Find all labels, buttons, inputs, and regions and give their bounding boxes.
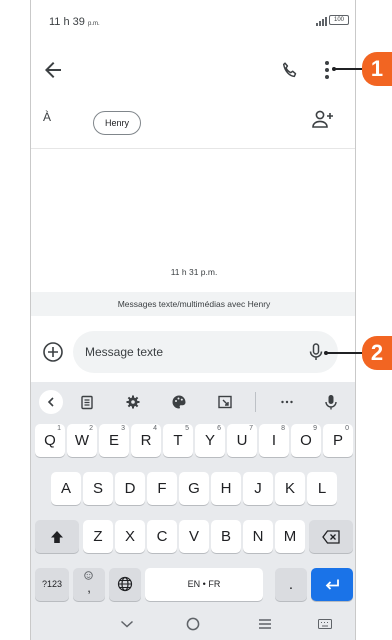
phone-icon[interactable] bbox=[279, 60, 301, 82]
key-number-hint: 5 bbox=[185, 425, 189, 432]
message-timestamp: 11 h 31 p.m. bbox=[170, 267, 218, 277]
key-m[interactable]: M bbox=[275, 520, 305, 553]
palette-icon[interactable] bbox=[169, 392, 189, 412]
conversation-info-banner: Messages texte/multimédias avec Henry bbox=[31, 292, 355, 316]
message-placeholder: Message texte bbox=[85, 345, 164, 359]
resize-icon[interactable] bbox=[215, 392, 235, 412]
battery-icon: 100 bbox=[329, 15, 349, 25]
key-a[interactable]: A bbox=[51, 472, 81, 505]
symbols-key[interactable]: ?123 bbox=[35, 568, 69, 601]
back-arrow-icon[interactable] bbox=[41, 58, 65, 82]
key-z[interactable]: Z bbox=[83, 520, 113, 553]
space-key[interactable]: EN • FR bbox=[145, 568, 263, 601]
key-u[interactable]: U7 bbox=[227, 424, 257, 457]
language-key[interactable] bbox=[109, 568, 141, 601]
status-time: 11 h 39 p.m. bbox=[49, 16, 100, 28]
more-horiz-icon[interactable] bbox=[277, 392, 297, 412]
key-w[interactable]: W2 bbox=[67, 424, 97, 457]
emoji-icon bbox=[84, 571, 93, 580]
emoji-comma-key[interactable]: , bbox=[73, 568, 105, 601]
key-e[interactable]: E3 bbox=[99, 424, 129, 457]
key-b[interactable]: B bbox=[211, 520, 241, 553]
clipboard-icon[interactable] bbox=[77, 392, 97, 412]
callout-2-badge: 2 bbox=[362, 336, 392, 370]
key-i[interactable]: I8 bbox=[259, 424, 289, 457]
key-number-hint: 1 bbox=[57, 425, 61, 432]
period-key[interactable]: . bbox=[275, 568, 307, 601]
callout-1-badge: 1 bbox=[362, 52, 392, 86]
key-p[interactable]: P0 bbox=[323, 424, 353, 457]
key-number-hint: 7 bbox=[249, 425, 253, 432]
backspace-key[interactable] bbox=[309, 520, 353, 553]
key-v[interactable]: V bbox=[179, 520, 209, 553]
key-o[interactable]: O9 bbox=[291, 424, 321, 457]
key-h[interactable]: H bbox=[211, 472, 241, 505]
key-number-hint: 2 bbox=[89, 425, 93, 432]
add-circle-icon[interactable] bbox=[41, 340, 65, 364]
enter-icon bbox=[325, 579, 339, 590]
status-bar: 11 h 39 p.m. 100 bbox=[31, 0, 355, 40]
home-icon[interactable] bbox=[183, 614, 203, 634]
keyboard-toolbar bbox=[31, 382, 355, 422]
comma-label: , bbox=[87, 580, 91, 595]
recipient-chip[interactable]: Henry bbox=[93, 111, 141, 135]
keyboard-switch-icon[interactable] bbox=[315, 614, 335, 634]
key-t[interactable]: T5 bbox=[163, 424, 193, 457]
key-number-hint: 0 bbox=[345, 425, 349, 432]
phone-screen: 11 h 39 p.m. 100 À Henry 11 h 31 p.m. Me… bbox=[30, 0, 356, 640]
enter-key[interactable] bbox=[311, 568, 353, 601]
key-row-1: Q1W2E3R4T5Y6U7I8O9P0 bbox=[31, 424, 355, 459]
key-number-hint: 3 bbox=[121, 425, 125, 432]
key-x[interactable]: X bbox=[115, 520, 145, 553]
header-divider bbox=[31, 148, 355, 149]
hide-keyboard-icon[interactable] bbox=[117, 614, 137, 634]
callout-2-line bbox=[326, 352, 364, 354]
key-row-3: ZXCVBNM bbox=[31, 520, 355, 555]
shift-icon bbox=[51, 531, 63, 543]
key-row-4: ?123 , EN • FR . bbox=[31, 568, 355, 603]
keyboard: Q1W2E3R4T5Y6U7I8O9P0 ASDFGHJKL ZXCVBNM ?… bbox=[31, 382, 355, 608]
time-suffix: p.m. bbox=[87, 21, 100, 27]
key-d[interactable]: D bbox=[115, 472, 145, 505]
key-k[interactable]: K bbox=[275, 472, 305, 505]
voice-input-icon[interactable] bbox=[321, 392, 341, 412]
key-r[interactable]: R4 bbox=[131, 424, 161, 457]
key-number-hint: 4 bbox=[153, 425, 157, 432]
shift-key[interactable] bbox=[35, 520, 79, 553]
mic-icon[interactable] bbox=[306, 342, 326, 362]
key-s[interactable]: S bbox=[83, 472, 113, 505]
key-y[interactable]: Y6 bbox=[195, 424, 225, 457]
backspace-icon bbox=[322, 530, 340, 544]
recents-icon[interactable] bbox=[255, 614, 275, 634]
key-q[interactable]: Q1 bbox=[35, 424, 65, 457]
key-j[interactable]: J bbox=[243, 472, 273, 505]
globe-icon bbox=[117, 576, 133, 592]
key-g[interactable]: G bbox=[179, 472, 209, 505]
toolbar-separator bbox=[255, 392, 256, 412]
time-value: 11 h 39 bbox=[49, 16, 85, 28]
key-number-hint: 9 bbox=[313, 425, 317, 432]
key-n[interactable]: N bbox=[243, 520, 273, 553]
settings-icon[interactable] bbox=[123, 392, 143, 412]
callout-1-line bbox=[334, 68, 364, 70]
key-number-hint: 6 bbox=[217, 425, 221, 432]
to-label: À bbox=[43, 110, 52, 124]
signal-icon bbox=[316, 16, 327, 26]
navigation-bar bbox=[31, 608, 355, 640]
key-f[interactable]: F bbox=[147, 472, 177, 505]
key-c[interactable]: C bbox=[147, 520, 177, 553]
key-row-2: ASDFGHJKL bbox=[31, 472, 355, 507]
chevron-left-icon[interactable] bbox=[39, 390, 63, 414]
add-person-icon[interactable] bbox=[311, 108, 335, 130]
key-number-hint: 8 bbox=[281, 425, 285, 432]
message-input[interactable]: Message texte bbox=[73, 331, 338, 373]
key-l[interactable]: L bbox=[307, 472, 337, 505]
